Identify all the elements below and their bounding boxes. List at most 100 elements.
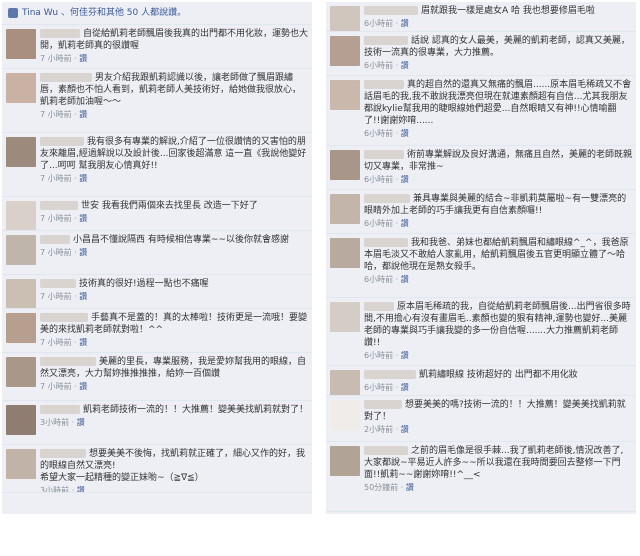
avatar[interactable] [330, 302, 360, 332]
like-link[interactable]: 讚 [406, 483, 414, 492]
comment-item: 想要美美的嗎?技術一流的！！大推薦！變美美找凱莉就對了！ 2小時前 · 讚 [326, 396, 636, 442]
comment-timestamp[interactable]: 7 小時前 [40, 214, 72, 223]
avatar[interactable] [6, 405, 36, 435]
avatar[interactable] [6, 29, 36, 59]
blurred-author-name[interactable] [40, 279, 76, 288]
avatar[interactable] [6, 201, 36, 230]
comment-body: 小昌昌不懂說隔西 有時候相信專業~~以後你就會感謝 [73, 235, 289, 245]
like-link[interactable]: 讚 [79, 174, 87, 183]
blurred-author-name[interactable] [364, 446, 408, 455]
comment-timestamp[interactable]: 6小時前 [364, 275, 393, 284]
avatar[interactable] [330, 194, 360, 224]
comment-item: 男友介紹我跟凱莉認識以後，讓老師做了飄眉跟繡唇，素顏也不怕人看到，凱莉老師人美技… [2, 69, 312, 133]
avatar[interactable] [330, 36, 360, 66]
comment-timestamp[interactable]: 7 小時前 [40, 174, 72, 183]
avatar[interactable] [330, 80, 360, 110]
comment-timestamp[interactable]: 6小時前 [364, 129, 393, 138]
comment-item: 之前的眉毛像是很手棘...我了凱莉老師後,情況改善了,大家都說~平易近人許多~~… [326, 442, 636, 512]
blurred-author-name[interactable] [364, 36, 408, 45]
avatar[interactable] [6, 137, 36, 167]
comment-text: 真的超自然的還真又無痛的飄眉......原本眉毛稀疏又不會話眉毛的我,我不敢說我… [364, 79, 632, 127]
like-link[interactable]: 讚 [79, 214, 87, 223]
comment-timestamp[interactable]: 7 小時前 [40, 382, 72, 391]
avatar[interactable] [330, 238, 360, 268]
comment-timestamp[interactable]: 2小時前 [364, 425, 393, 434]
like-link[interactable]: 讚 [401, 275, 409, 284]
comment-text: 眉就跟我一樣是處女A 哈 我也想要修眉毛啦 [364, 5, 632, 17]
comment-body: 術前專業解說及良好溝通，無痛且自然，美麗的老師既親切又專業，非常推~ [364, 150, 633, 172]
like-link[interactable]: 讚 [79, 338, 87, 347]
like-link[interactable]: 讚 [77, 418, 85, 427]
avatar[interactable] [6, 449, 36, 479]
avatar[interactable] [6, 235, 36, 265]
blurred-author-name[interactable] [364, 6, 418, 15]
like-link[interactable]: 讚 [401, 175, 409, 184]
comment-timestamp[interactable]: 6小時前 [364, 383, 393, 392]
blurred-author-name[interactable] [40, 29, 80, 38]
comment-timestamp[interactable]: 7 小時前 [40, 54, 72, 63]
avatar[interactable] [6, 357, 36, 387]
like-link[interactable]: 讚 [79, 292, 87, 301]
blurred-author-name[interactable] [40, 73, 92, 82]
like-link[interactable]: 讚 [79, 382, 87, 391]
blurred-author-name[interactable] [40, 137, 84, 146]
comment-meta: 7 小時前 · 讚 [40, 381, 308, 392]
comment-text: 世安 我看我們兩個來去找里長 改造一下好了 [40, 200, 308, 212]
comment-timestamp[interactable]: 6小時前 [364, 175, 393, 184]
comment-text: 術前專業解說及良好溝通，無痛且自然，美麗的老師既親切又專業，非常推~ [364, 149, 632, 173]
comment-timestamp[interactable]: 3小時前 [40, 486, 69, 492]
like-link[interactable]: 讚 [401, 219, 409, 228]
meta-separator: · [393, 219, 401, 228]
comment-timestamp[interactable]: 6小時前 [364, 351, 393, 360]
like-link[interactable]: 讚 [79, 110, 87, 119]
blurred-author-name[interactable] [40, 235, 70, 244]
blurred-author-name[interactable] [364, 302, 394, 311]
blurred-author-name[interactable] [364, 194, 410, 203]
comment-meta: 6小時前 · 讚 [364, 128, 632, 139]
comment-timestamp[interactable]: 7 小時前 [40, 292, 72, 301]
like-link[interactable]: 讚 [401, 425, 409, 434]
comment-timestamp[interactable]: 7 小時前 [40, 248, 72, 257]
blurred-author-name[interactable] [364, 400, 402, 409]
comment-timestamp[interactable]: 50分鐘前 [364, 483, 398, 492]
avatar[interactable] [6, 73, 36, 103]
comment-timestamp[interactable]: 6小時前 [364, 19, 393, 28]
comment-meta: 7 小時前 · 讚 [40, 109, 308, 120]
comment-timestamp[interactable]: 6小時前 [364, 61, 393, 70]
like-link[interactable]: 讚 [401, 19, 409, 28]
meta-separator: · [69, 486, 77, 493]
blurred-author-name[interactable] [364, 80, 404, 89]
comment-timestamp[interactable]: 7 小時前 [40, 338, 72, 347]
comment-timestamp[interactable]: 6小時前 [364, 219, 393, 228]
like-link[interactable]: 讚 [79, 54, 87, 63]
like-link[interactable]: 讚 [401, 383, 409, 392]
avatar[interactable] [6, 313, 36, 343]
avatar[interactable] [6, 279, 36, 308]
likes-summary[interactable]: Tina Wu 、何佳芬和其他 50 人都說讚。 [22, 8, 186, 18]
avatar[interactable] [330, 370, 360, 395]
blurred-author-name[interactable] [40, 357, 96, 366]
avatar[interactable] [330, 400, 360, 430]
comment-timestamp[interactable]: 7 小時前 [40, 110, 72, 119]
like-link[interactable]: 讚 [77, 486, 85, 492]
blurred-author-name[interactable] [40, 313, 88, 322]
comment-item: 凱莉繡眼線 技術超好的 出門都不用化妝 6小時前 · 讚 [326, 366, 636, 396]
blurred-author-name[interactable] [364, 370, 416, 379]
like-link[interactable]: 讚 [401, 351, 409, 360]
like-link[interactable]: 讚 [401, 61, 409, 70]
comment-text: 技術真的很好!過程一點也不痛喔 [40, 278, 308, 290]
avatar[interactable] [330, 150, 360, 180]
like-link[interactable]: 讚 [401, 129, 409, 138]
avatar[interactable] [330, 6, 360, 31]
comment-timestamp[interactable]: 3小時前 [40, 418, 69, 427]
blurred-author-name[interactable] [364, 238, 408, 247]
blurred-author-name[interactable] [40, 201, 78, 210]
like-link[interactable]: 讚 [79, 248, 87, 257]
comment-item: 技術真的很好!過程一點也不痛喔 7 小時前 · 讚 [2, 275, 312, 309]
blurred-author-name[interactable] [40, 405, 80, 414]
blurred-author-name[interactable] [40, 449, 86, 458]
blurred-author-name[interactable] [364, 150, 404, 159]
avatar[interactable] [330, 446, 360, 476]
comment-body: 凱莉繡眼線 技術超好的 出門都不用化妝 [419, 370, 578, 380]
comment-item: 世安 我看我們兩個來去找里長 改造一下好了 7 小時前 · 讚 [2, 197, 312, 231]
